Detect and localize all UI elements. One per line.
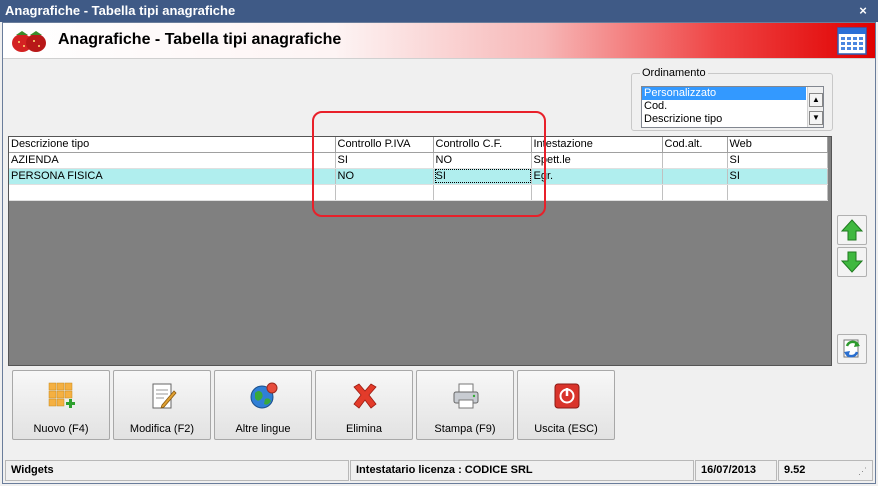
column-header[interactable]: Cod.alt.	[662, 137, 728, 153]
window-title: Anagrafiche - Tabella tipi anagrafiche	[5, 3, 236, 18]
table-cell[interactable]	[531, 184, 663, 201]
stampa-label: Stampa (F9)	[434, 423, 496, 435]
table-row-empty[interactable]	[9, 184, 828, 201]
altre-lingue-label: Altre lingue	[235, 423, 291, 435]
status-licenza: Intestatario licenza : CODICE SRL	[350, 460, 694, 481]
nuovo-label: Nuovo (F4)	[33, 423, 89, 435]
main-window: Anagrafiche - Tabella tipi anagrafiche O…	[2, 22, 876, 484]
power-exit-icon	[554, 383, 580, 409]
arrow-up-icon	[840, 219, 864, 241]
table-cell-focused[interactable]: SI	[433, 168, 532, 185]
ordinamento-option[interactable]: Personalizzato	[642, 87, 806, 100]
table-row-selected[interactable]: PERSONA FISICA NO SI Egr. SI	[9, 168, 828, 185]
elimina-button[interactable]: Elimina	[315, 370, 413, 440]
table-cell[interactable]	[662, 152, 728, 169]
move-up-button[interactable]	[837, 215, 867, 245]
globe-icon	[250, 382, 278, 409]
table-cell[interactable]: NO	[433, 152, 532, 169]
ordinamento-group: Ordinamento Personalizzato Cod. Descrizi…	[631, 67, 833, 131]
ordinamento-listbox[interactable]: Personalizzato Cod. Descrizione tipo ▲ ▼	[641, 86, 824, 128]
data-grid[interactable]: Descrizione tipo Controllo P.IVA Control…	[8, 136, 832, 366]
table-row[interactable]: AZIENDA SI NO Spett.le SI	[9, 152, 828, 169]
resize-grip-icon[interactable]: ⋰	[858, 466, 867, 477]
window-title-bar: Anagrafiche - Tabella tipi anagrafiche ×	[0, 0, 878, 22]
table-cell[interactable]: SI	[727, 152, 828, 169]
refresh-button[interactable]	[837, 334, 867, 364]
refresh-icon	[843, 339, 860, 358]
column-header[interactable]: Controllo P.IVA	[335, 137, 434, 153]
delete-x-icon	[353, 383, 377, 409]
ordinamento-option[interactable]: Cod.	[642, 100, 806, 113]
elimina-label: Elimina	[345, 423, 383, 435]
close-icon[interactable]: ×	[856, 0, 870, 22]
arrow-down-icon	[840, 251, 864, 273]
table-cell[interactable]	[662, 184, 728, 201]
ordinamento-scrollbar[interactable]: ▲ ▼	[807, 87, 823, 127]
table-cell[interactable]: NO	[335, 168, 434, 185]
edit-document-icon	[152, 383, 177, 409]
nuovo-button[interactable]: Nuovo (F4)	[12, 370, 110, 440]
ordinamento-label: Ordinamento	[640, 67, 708, 79]
column-header[interactable]: Descrizione tipo	[9, 137, 336, 153]
table-cell[interactable]	[433, 184, 532, 201]
modifica-button[interactable]: Modifica (F2)	[113, 370, 211, 440]
new-grid-icon	[48, 382, 75, 408]
status-bar: Widgets Intestatario licenza : CODICE SR…	[5, 460, 873, 481]
modifica-label: Modifica (F2)	[129, 423, 195, 435]
scroll-up-icon[interactable]: ▲	[809, 93, 823, 107]
status-date: 16/07/2013	[695, 460, 777, 481]
header-banner: Anagrafiche - Tabella tipi anagrafiche	[3, 23, 875, 59]
scroll-down-icon[interactable]: ▼	[809, 111, 823, 125]
column-header[interactable]: Web	[727, 137, 828, 153]
uscita-label: Uscita (ESC)	[534, 423, 598, 435]
table-cell[interactable]: SI	[335, 152, 434, 169]
table-header-row: Descrizione tipo Controllo P.IVA Control…	[9, 137, 828, 153]
focused-cell-value[interactable]: SI	[434, 169, 530, 183]
table-cell[interactable]: SI	[727, 168, 828, 185]
move-down-button[interactable]	[837, 247, 867, 277]
table-cell[interactable]	[727, 184, 828, 201]
ordinamento-option[interactable]: Descrizione tipo	[642, 113, 806, 126]
uscita-button[interactable]: Uscita (ESC)	[517, 370, 615, 440]
table-cell[interactable]: PERSONA FISICA	[9, 168, 336, 185]
table-cell[interactable]	[335, 184, 434, 201]
strawberries-icon	[12, 31, 46, 52]
status-widgets: Widgets	[5, 460, 349, 481]
page-title: Anagrafiche - Tabella tipi anagrafiche	[58, 31, 342, 48]
table-cell[interactable]	[662, 168, 728, 185]
table-cell[interactable]: Spett.le	[531, 152, 663, 169]
table-cell[interactable]	[9, 184, 336, 201]
altre-lingue-button[interactable]: Altre lingue	[214, 370, 312, 440]
tipi-table: Descrizione tipo Controllo P.IVA Control…	[9, 137, 828, 201]
column-header[interactable]: Intestazione	[531, 137, 663, 153]
table-cell[interactable]: AZIENDA	[9, 152, 336, 169]
stampa-button[interactable]: Stampa (F9)	[416, 370, 514, 440]
column-header[interactable]: Controllo C.F.	[433, 137, 532, 153]
calendar-icon[interactable]	[837, 27, 867, 55]
table-cell[interactable]: Egr.	[531, 168, 663, 185]
printer-icon	[453, 383, 479, 409]
